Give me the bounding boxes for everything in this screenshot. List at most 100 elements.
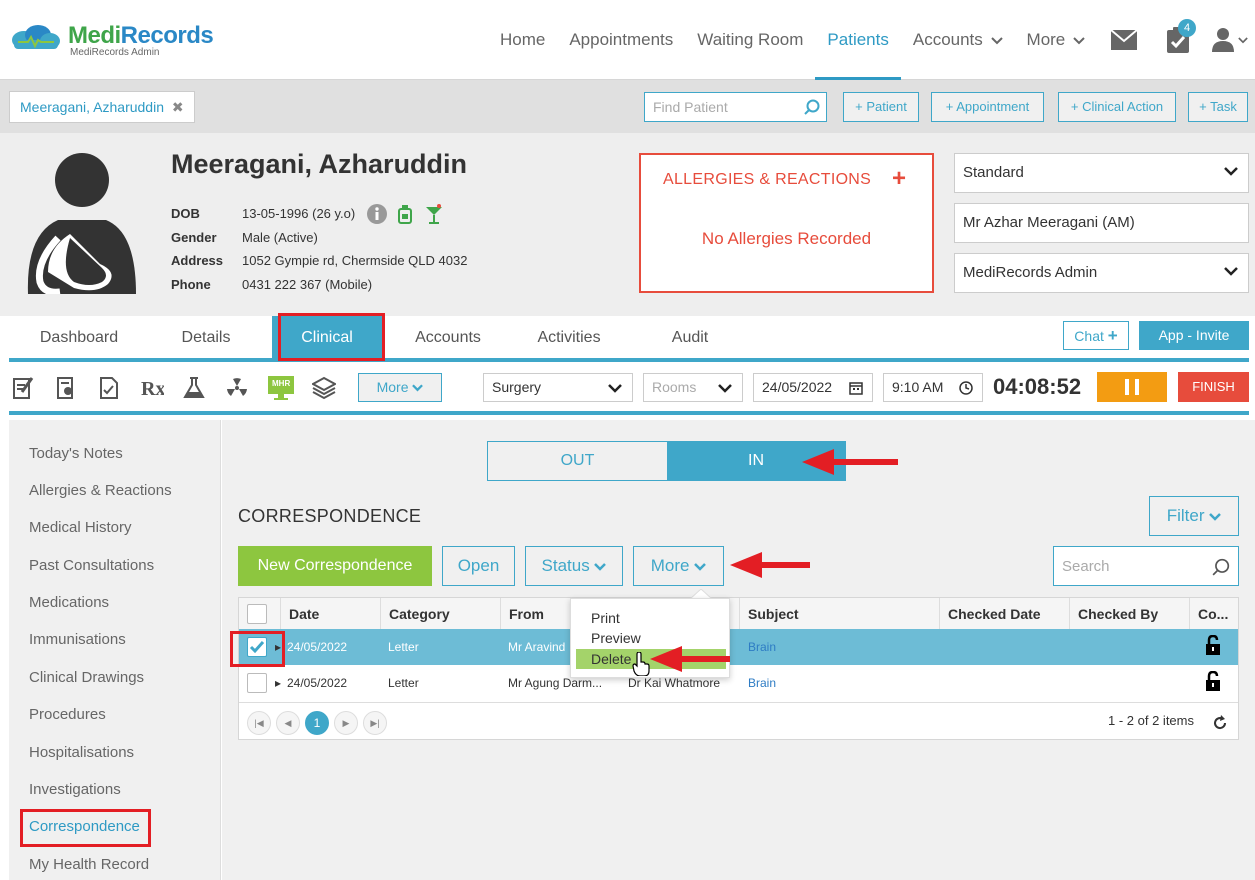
nav-waiting-room[interactable]: Waiting Room bbox=[685, 0, 815, 80]
smoking-icon[interactable] bbox=[397, 204, 413, 224]
sidebar-item-todays-notes[interactable]: Today's Notes bbox=[29, 445, 123, 462]
search-placeholder: Search bbox=[1062, 558, 1110, 575]
add-clinical-action-button[interactable]: + Clinical Action bbox=[1058, 92, 1176, 122]
find-patient-input[interactable]: Find Patient bbox=[644, 92, 827, 122]
add-appointment-button[interactable]: + Appointment bbox=[931, 92, 1044, 122]
refresh-icon[interactable] bbox=[1212, 715, 1228, 731]
tasks-button[interactable]: 4 bbox=[1151, 0, 1205, 80]
doctor-field[interactable]: Mr Azhar Meeragani (AM) bbox=[954, 203, 1249, 243]
sidebar-item-investigations[interactable]: Investigations bbox=[29, 781, 121, 798]
app-invite-button[interactable]: App - Invite bbox=[1139, 321, 1249, 350]
sidebar-item-clinical-drawings[interactable]: Clinical Drawings bbox=[29, 669, 144, 686]
mail-button[interactable] bbox=[1097, 0, 1151, 80]
menu-item-preview[interactable]: Preview bbox=[591, 630, 641, 646]
row-checkbox[interactable] bbox=[247, 673, 267, 693]
chevron-down-icon bbox=[990, 37, 1003, 45]
next-page-button[interactable]: ▶ bbox=[334, 711, 358, 735]
nav-patients[interactable]: Patients bbox=[815, 0, 902, 80]
select-all-checkbox[interactable] bbox=[247, 604, 267, 624]
column-checked-by[interactable]: Checked By bbox=[1069, 598, 1189, 630]
pause-button[interactable] bbox=[1097, 372, 1167, 402]
filter-button[interactable]: Filter bbox=[1149, 496, 1239, 536]
my-health-record-button[interactable]: MHR bbox=[267, 375, 295, 401]
table-row[interactable]: ▸ 24/05/2022 Letter Mr Aravind Brain bbox=[239, 629, 1238, 665]
tab-details[interactable]: Details bbox=[151, 316, 261, 360]
info-icon[interactable] bbox=[367, 203, 388, 224]
prescription-icon[interactable]: Rx bbox=[140, 376, 164, 400]
pathology-flask-icon[interactable] bbox=[182, 376, 206, 400]
column-category[interactable]: Category bbox=[380, 598, 500, 630]
lock-icon[interactable] bbox=[1205, 671, 1221, 691]
nav-more[interactable]: More bbox=[1015, 0, 1097, 80]
column-checked-date[interactable]: Checked Date bbox=[939, 598, 1069, 630]
mail-icon bbox=[1111, 30, 1137, 50]
pause-icon bbox=[1125, 379, 1139, 395]
allergies-title: ALLERGIES & REACTIONS bbox=[663, 171, 872, 188]
tab-audit[interactable]: Audit bbox=[635, 316, 745, 360]
sidebar-item-allergies[interactable]: Allergies & Reactions bbox=[29, 482, 172, 499]
tab-activities[interactable]: Activities bbox=[514, 316, 624, 360]
location-select[interactable]: Surgery bbox=[483, 373, 633, 402]
user-menu-button[interactable] bbox=[1205, 0, 1255, 80]
page-number-button[interactable]: 1 bbox=[305, 711, 329, 735]
add-patient-button[interactable]: + Patient bbox=[843, 92, 919, 122]
status-button[interactable]: Status bbox=[525, 546, 623, 586]
notes-icon[interactable] bbox=[11, 376, 35, 400]
toggle-out[interactable]: OUT bbox=[488, 442, 667, 480]
column-date[interactable]: Date bbox=[280, 598, 380, 630]
chat-button[interactable]: Chat + bbox=[1063, 321, 1129, 350]
sidebar-item-medical-history[interactable]: Medical History bbox=[29, 519, 132, 536]
prev-page-button[interactable]: ◀ bbox=[276, 711, 300, 735]
document-icon[interactable] bbox=[97, 376, 121, 400]
calendar-icon[interactable] bbox=[849, 381, 863, 395]
close-icon[interactable]: ✖ bbox=[172, 99, 184, 115]
column-subject[interactable]: Subject bbox=[739, 598, 939, 630]
sidebar-item-immunisations[interactable]: Immunisations bbox=[29, 631, 126, 648]
tab-accounts[interactable]: Accounts bbox=[393, 316, 503, 360]
open-button[interactable]: Open bbox=[442, 546, 515, 586]
search-icon[interactable] bbox=[804, 99, 820, 115]
sidebar-item-past-consultations[interactable]: Past Consultations bbox=[29, 557, 154, 574]
time-picker[interactable]: 9:10 AM bbox=[883, 373, 983, 402]
more-actions-label: More bbox=[650, 556, 690, 575]
finish-button[interactable]: FINISH bbox=[1178, 372, 1249, 402]
row-subject-link[interactable]: Brain bbox=[748, 665, 776, 701]
open-patient-tab[interactable]: Meeragani, Azharuddin ✖ bbox=[9, 91, 195, 123]
lock-icon[interactable] bbox=[1205, 635, 1221, 655]
radiology-icon[interactable] bbox=[225, 376, 249, 400]
certificate-icon[interactable] bbox=[54, 376, 78, 400]
first-page-button[interactable]: |◀ bbox=[247, 711, 271, 735]
layers-icon[interactable] bbox=[312, 376, 336, 400]
nav-home[interactable]: Home bbox=[488, 0, 557, 80]
plan-select[interactable]: Standard bbox=[954, 153, 1249, 193]
search-icon[interactable] bbox=[1212, 558, 1230, 576]
tab-dashboard[interactable]: Dashboard bbox=[9, 316, 149, 360]
correspondence-search-input[interactable]: Search bbox=[1053, 546, 1239, 586]
date-picker[interactable]: 24/05/2022 bbox=[753, 373, 873, 402]
sidebar-item-hospitalisations[interactable]: Hospitalisations bbox=[29, 744, 134, 761]
row-subject-link[interactable]: Brain bbox=[748, 629, 776, 665]
expand-row-icon[interactable]: ▸ bbox=[275, 665, 281, 701]
sidebar-item-my-health-record[interactable]: My Health Record bbox=[29, 856, 149, 873]
more-actions-button[interactable]: More bbox=[633, 546, 724, 586]
practice-select[interactable]: MediRecords Admin bbox=[954, 253, 1249, 293]
rooms-select[interactable]: Rooms bbox=[643, 373, 743, 402]
sidebar-item-procedures[interactable]: Procedures bbox=[29, 706, 106, 723]
add-task-button[interactable]: + Task bbox=[1188, 92, 1248, 122]
logo-medi-text: Medi bbox=[68, 22, 121, 49]
new-correspondence-button[interactable]: New Correspondence bbox=[238, 546, 432, 586]
table-row[interactable]: ▸ 24/05/2022 Letter Mr Agung Darm... Dr … bbox=[239, 665, 1238, 701]
alcohol-icon[interactable] bbox=[425, 203, 443, 224]
patient-name: Meeragani, Azharuddin bbox=[171, 149, 468, 179]
sidebar-item-medications[interactable]: Medications bbox=[29, 594, 109, 611]
nav-accounts[interactable]: Accounts bbox=[901, 0, 1015, 80]
column-confidential[interactable]: Co... bbox=[1189, 598, 1238, 630]
toolbar-more-button[interactable]: More bbox=[358, 373, 442, 402]
nav-appointments[interactable]: Appointments bbox=[557, 0, 685, 80]
app-logo[interactable]: MediRecords MediRecords Admin bbox=[10, 22, 214, 58]
menu-item-print[interactable]: Print bbox=[591, 610, 620, 626]
highlight-clinical-tab bbox=[278, 313, 385, 361]
add-allergy-button[interactable]: + bbox=[892, 165, 906, 193]
clock-icon[interactable] bbox=[959, 381, 973, 395]
last-page-button[interactable]: ▶| bbox=[363, 711, 387, 735]
